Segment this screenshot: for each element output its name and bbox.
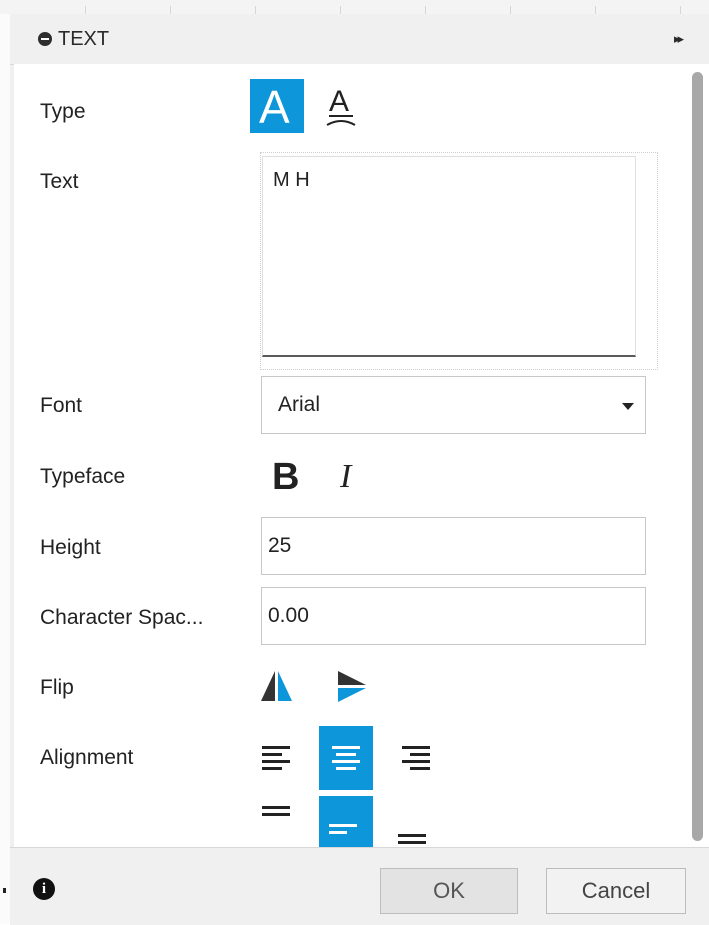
align-left-icon[interactable] <box>258 726 298 790</box>
dialog-footer: i OK Cancel <box>10 847 709 925</box>
text-on-path-glyph: A <box>329 85 349 118</box>
font-label: Font <box>40 394 83 417</box>
scrollbar-thumb[interactable] <box>692 72 703 841</box>
bold-icon[interactable]: B <box>272 456 299 499</box>
flip-label: Flip <box>40 676 74 699</box>
character-spacing-input[interactable] <box>261 587 646 645</box>
text-on-path-icon: A <box>326 85 356 126</box>
dialog-header: TEXT ▸▸ <box>10 14 709 65</box>
typeface-label: Typeface <box>40 465 126 488</box>
collapse-icon[interactable] <box>38 32 52 46</box>
align-center-button[interactable] <box>319 726 373 790</box>
dialog-title: TEXT <box>58 28 110 50</box>
canvas-mark <box>3 888 6 893</box>
italic-icon[interactable]: I <box>340 458 351 496</box>
type-on-path-button[interactable]: A <box>316 79 366 133</box>
font-select[interactable]: Arial <box>261 376 646 434</box>
flip-vertical-icon[interactable] <box>332 667 372 707</box>
text-label: Text <box>40 170 79 193</box>
text-input[interactable]: M H <box>262 156 636 357</box>
info-icon[interactable]: i <box>33 878 55 900</box>
ok-button[interactable]: OK <box>380 868 518 914</box>
dialog-content: Type A A Text M H Font Arial Typeface B … <box>14 64 686 860</box>
horizontal-text-icon: A <box>259 81 290 133</box>
align-right-icon[interactable] <box>394 726 434 790</box>
type-label: Type <box>40 100 86 123</box>
cancel-button[interactable]: Cancel <box>546 868 686 914</box>
align-center-icon <box>332 746 360 770</box>
font-select-value: Arial <box>278 393 321 416</box>
height-label: Height <box>40 536 101 559</box>
dropdown-arrow-icon <box>622 403 634 410</box>
flip-horizontal-icon[interactable] <box>257 667 297 707</box>
canvas-ruler <box>0 0 709 14</box>
alignment-label: Alignment <box>40 746 134 769</box>
character-spacing-label: Character Spac... <box>40 606 204 629</box>
type-horizontal-button[interactable]: A <box>250 79 304 133</box>
expand-icon[interactable]: ▸▸ <box>674 31 684 47</box>
canvas-edge <box>0 14 10 924</box>
height-input[interactable] <box>261 517 646 575</box>
text-dialog: TEXT ▸▸ Type A A Text M H Font Arial Typ… <box>10 14 709 925</box>
